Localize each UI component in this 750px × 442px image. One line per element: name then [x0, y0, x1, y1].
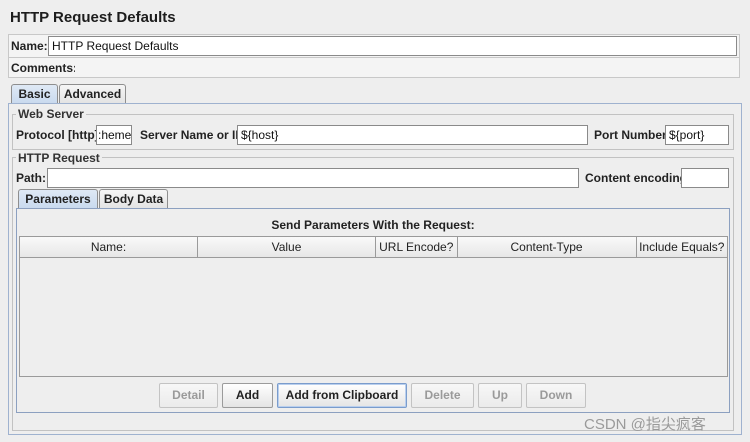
path-input[interactable] [47, 168, 579, 188]
column-header-content-type[interactable]: Content-Type [458, 237, 637, 257]
comments-input[interactable] [75, 58, 739, 77]
web-server-legend: Web Server [16, 107, 86, 121]
content-encoding-label: Content encoding: [585, 171, 691, 185]
http-request-legend: HTTP Request [16, 151, 102, 165]
detail-button[interactable]: Detail [159, 383, 218, 408]
up-button[interactable]: Up [478, 383, 522, 408]
column-header-value[interactable]: Value [198, 237, 376, 257]
add-button[interactable]: Add [222, 383, 273, 408]
port-number-input[interactable]: ${port} [665, 125, 729, 145]
protocol-input[interactable]: :heme} [96, 125, 132, 145]
watermark: CSDN @指尖疯客 [584, 416, 706, 433]
page-title: HTTP Request Defaults [10, 9, 176, 26]
params-table-body[interactable] [20, 258, 727, 376]
protocol-label: Protocol [http]: [16, 128, 103, 142]
tab-basic[interactable]: Basic [11, 84, 58, 104]
column-header-url-encode[interactable]: URL Encode? [376, 237, 458, 257]
tab-advanced[interactable]: Advanced [59, 84, 126, 104]
delete-button[interactable]: Delete [411, 383, 474, 408]
server-name-label: Server Name or IP: [140, 128, 248, 142]
params-table-title: Send Parameters With the Request: [271, 218, 475, 232]
params-table: Name: Value URL Encode? Content-Type Inc… [19, 236, 728, 377]
port-number-label: Port Number: [594, 128, 671, 142]
server-name-input[interactable]: ${host} [237, 125, 588, 145]
comments-label: Comments: [11, 61, 78, 75]
name-label: Name: [11, 39, 48, 53]
column-header-include-equals[interactable]: Include Equals? [637, 237, 727, 257]
name-row: Name: HTTP Request Defaults [8, 34, 740, 58]
content-encoding-input[interactable] [681, 168, 729, 188]
down-button[interactable]: Down [526, 383, 586, 408]
path-label: Path: [16, 171, 46, 185]
tab-parameters[interactable]: Parameters [18, 189, 98, 209]
name-input[interactable]: HTTP Request Defaults [48, 36, 737, 56]
comments-row: Comments: [8, 58, 740, 78]
add-from-clipboard-button[interactable]: Add from Clipboard [277, 383, 407, 408]
params-table-header: Name: Value URL Encode? Content-Type Inc… [20, 237, 727, 258]
column-header-name[interactable]: Name: [20, 237, 198, 257]
tab-body-data[interactable]: Body Data [99, 189, 168, 209]
